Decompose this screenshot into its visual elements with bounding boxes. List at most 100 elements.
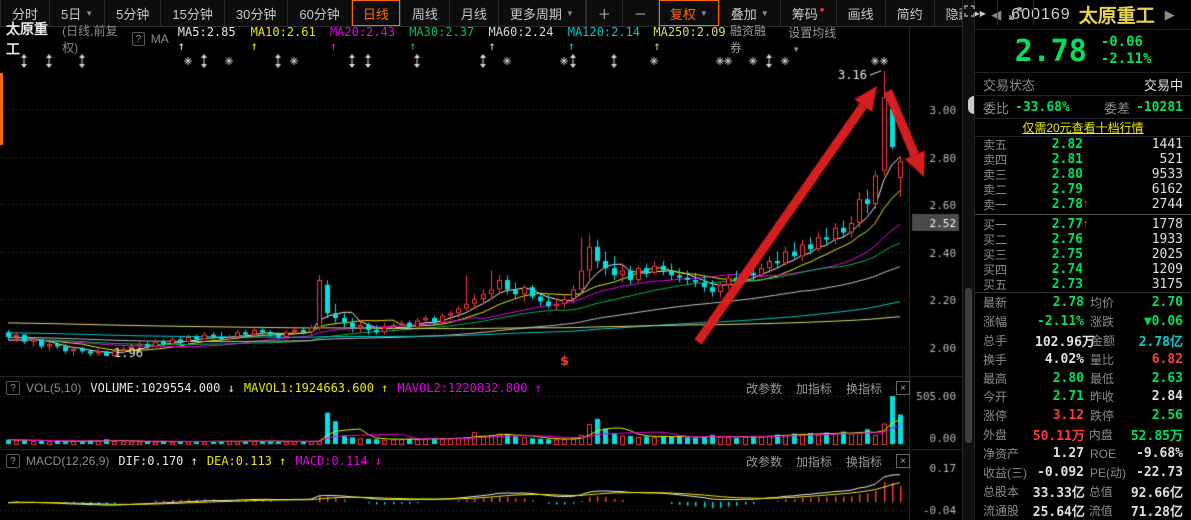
stat-label: 总值	[1089, 483, 1131, 500]
weicha-label: 委差	[1104, 98, 1130, 117]
stat-value: 4.02%	[1035, 352, 1090, 367]
chevron-down-icon: ▼	[566, 9, 574, 18]
toolbar-item-label: 周线	[412, 4, 438, 23]
book-price: 2.80	[1017, 168, 1083, 181]
stat-value: -9.68%	[1134, 446, 1183, 461]
book-volume: 521	[1095, 153, 1183, 166]
mavol1-value: MAVOL1:1924663.600 ↑	[244, 381, 389, 395]
stat-value: -22.73	[1134, 465, 1183, 480]
stat-value: -2.11%	[1035, 314, 1090, 329]
ma-value: MA120:2.14 ↑	[568, 25, 645, 53]
bid-row-1[interactable]: 买一2.77↑1778	[975, 217, 1191, 232]
help-icon[interactable]: ?	[6, 381, 20, 395]
fullscreen-icon	[1009, 7, 1022, 20]
help-icon[interactable]: ?	[6, 454, 20, 468]
toolbar-item-label: 更多周期	[510, 4, 562, 23]
toolbar-item-daily[interactable]: 日线	[352, 0, 401, 26]
volume-pane-links: 改参数 加指标 换指标 ×	[746, 380, 962, 397]
dea-value: DEA:0.113 ↑	[207, 454, 287, 468]
price-change-pct: -2.11%	[1101, 51, 1152, 69]
add-indicator-link[interactable]: 加指标	[796, 453, 832, 470]
toolbar-item-monthly[interactable]: 月线	[450, 0, 499, 26]
book-level-label: 卖二	[983, 184, 1017, 196]
chart-column: 分时5日▼5分钟15分钟30分钟60分钟日线周线月线更多周期▼ ＋－复权▼叠加▼…	[0, 0, 962, 520]
toolbar-item-zoom-out[interactable]: －	[623, 0, 659, 26]
next-stock-arrow-icon[interactable]: ▶	[1163, 7, 1177, 23]
add-indicator-link[interactable]: 加指标	[796, 380, 832, 397]
ma-value: MA250:2.09 ↑	[653, 25, 730, 53]
ma-settings-link[interactable]: 设置均线 ▼	[788, 24, 844, 55]
stat-label: 换手	[983, 351, 1035, 368]
toolbar-item-weekly[interactable]: 周线	[401, 0, 450, 26]
book-volume: 2744	[1095, 198, 1183, 211]
kline-chart-canvas[interactable]	[0, 27, 962, 520]
ask-row-5[interactable]: 卖五2.821441	[975, 137, 1191, 152]
stat-label: 涨停	[983, 407, 1035, 424]
book-price: 2.75	[1017, 248, 1083, 261]
book-price: 2.77	[1017, 218, 1083, 231]
stat-label: 净资产	[983, 445, 1035, 462]
switch-indicator-link[interactable]: 换指标	[846, 453, 882, 470]
book-volume: 1778	[1095, 218, 1183, 231]
stat-value: ▼0.06	[1134, 314, 1183, 329]
toolbar-item-fullscreen[interactable]	[998, 0, 1034, 26]
trade-status-row: 交易状态 交易中	[975, 72, 1191, 95]
toolbar-item-30min[interactable]: 30分钟	[225, 0, 288, 26]
scrollbar-handle[interactable]	[968, 96, 974, 114]
switch-indicator-link[interactable]: 换指标	[846, 380, 882, 397]
close-icon[interactable]: ×	[896, 381, 910, 395]
toolbar-item-60min[interactable]: 60分钟	[288, 0, 351, 26]
bid-row-4[interactable]: 买四2.741209	[975, 262, 1191, 277]
book-price: 2.73	[1017, 278, 1083, 291]
toolbar-item-zoom-in[interactable]: ＋	[586, 0, 623, 26]
toolbar-item-label: 筹码	[792, 4, 818, 23]
stat-row: 今开2.71昨收2.84	[975, 388, 1191, 407]
stat-label: 量比	[1090, 351, 1134, 368]
ask-row-4[interactable]: 卖四2.81521	[975, 152, 1191, 167]
close-icon[interactable]: ×	[896, 454, 910, 468]
stat-label: 均价	[1090, 294, 1134, 311]
stat-label: 涨幅	[983, 313, 1035, 330]
margin-trading-link[interactable]: 融资融券	[730, 22, 772, 56]
toolbar-item-more-periods[interactable]: 更多周期 ▼	[499, 0, 586, 26]
toolbar-item-label: 复权	[670, 4, 696, 23]
bid-row-5[interactable]: 买五2.733175	[975, 277, 1191, 292]
bid-row-2[interactable]: 买二2.761933	[975, 232, 1191, 247]
level2-promo-row: 仅需20元查看十档行情	[975, 118, 1191, 137]
change-params-link[interactable]: 改参数	[746, 380, 782, 397]
volume-value: VOLUME:1029554.000 ↓	[90, 381, 235, 395]
tick-up-arrow-icon: ↑	[1083, 219, 1095, 230]
help-icon[interactable]: ?	[132, 32, 145, 46]
stats-grid: 最新2.78均价2.70涨幅-2.11%涨跌▼0.06总手102.96万金额2.…	[975, 292, 1191, 520]
mavol2-value: MAVOL2:1220832.800 ↑	[397, 381, 542, 395]
trade-status-label: 交易状态	[983, 75, 1035, 94]
book-volume: 9533	[1095, 168, 1183, 181]
stat-value: 25.64亿	[1033, 501, 1089, 520]
stat-row: 涨停3.12跌停2.56	[975, 406, 1191, 425]
toolbar-item-label: 30分钟	[236, 4, 276, 23]
toolbar-item-15min[interactable]: 15分钟	[161, 0, 224, 26]
ask-row-2[interactable]: 卖二2.796162	[975, 182, 1191, 197]
change-params-link[interactable]: 改参数	[746, 453, 782, 470]
book-volume: 2025	[1095, 248, 1183, 261]
toolbar-item-label: 日线	[363, 4, 389, 23]
toolbar-item-fuquan[interactable]: 复权▼	[659, 0, 720, 26]
toolbar-item-label: 5日	[61, 4, 81, 23]
chart-stock-name: 太原重工	[6, 19, 56, 59]
stat-value: 92.66亿	[1131, 482, 1183, 501]
ask-row-1[interactable]: 卖一2.78↑2744	[975, 197, 1191, 212]
level2-promo-link[interactable]: 仅需20元查看十档行情	[1022, 119, 1143, 136]
expand-corners-icon[interactable]	[963, 4, 976, 18]
book-price: 2.78	[1017, 198, 1083, 211]
stat-label: ROE	[1090, 447, 1134, 461]
stat-value: 2.78	[1035, 295, 1090, 310]
stat-value: 1.27	[1035, 446, 1090, 461]
ask-row-3[interactable]: 卖三2.809533	[975, 167, 1191, 182]
vertical-scrollbar[interactable]	[965, 288, 972, 443]
bid-row-3[interactable]: 买三2.752025	[975, 247, 1191, 262]
chevron-down-icon: ▼	[85, 9, 93, 18]
weibi-value: -33.68%	[1015, 100, 1070, 115]
tick-up-arrow-icon: ↑	[1083, 199, 1095, 210]
toolbar-item-label: 画线	[848, 4, 874, 23]
book-level-label: 卖四	[983, 154, 1017, 166]
